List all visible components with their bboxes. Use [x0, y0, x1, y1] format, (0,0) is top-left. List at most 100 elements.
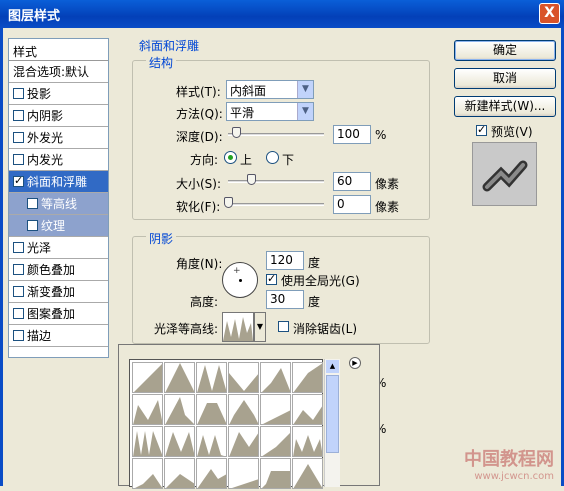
style-item[interactable]: 光泽 — [9, 237, 108, 259]
contour-curve-icon — [165, 474, 195, 489]
altitude-input[interactable]: 30 — [266, 290, 304, 309]
depth-label: 深度(D): — [176, 130, 223, 144]
style-item-checkbox[interactable] — [13, 286, 24, 297]
contour-thumb[interactable] — [132, 458, 163, 489]
contour-thumb[interactable] — [164, 426, 195, 457]
style-item-checkbox[interactable] — [13, 242, 24, 253]
preview-checkbox[interactable] — [476, 123, 487, 136]
style-list-header[interactable]: 样式 — [9, 39, 108, 61]
gloss-contour-dropdown[interactable]: ▼ — [254, 312, 266, 342]
style-item-checkbox[interactable] — [27, 220, 38, 231]
style-item-checkbox[interactable] — [13, 154, 24, 165]
cancel-button[interactable]: 取消 — [454, 68, 556, 89]
style-item[interactable]: 投影 — [9, 83, 108, 105]
scroll-thumb[interactable] — [326, 375, 339, 453]
gloss-contour-swatch[interactable] — [222, 312, 254, 342]
contour-thumb[interactable] — [228, 458, 259, 489]
style-item[interactable]: 内发光 — [9, 149, 108, 171]
contour-thumb[interactable] — [228, 362, 259, 393]
style-item[interactable]: 等高线 — [9, 193, 108, 215]
contour-thumb[interactable] — [292, 458, 323, 489]
contour-thumb[interactable] — [228, 394, 259, 425]
style-item-checkbox[interactable] — [13, 132, 24, 143]
style-item[interactable]: 外发光 — [9, 127, 108, 149]
preview-label[interactable]: 预览(V) — [491, 123, 533, 140]
contour-curve-icon — [229, 432, 259, 457]
direction-down-radio[interactable] — [266, 151, 279, 164]
size-slider-thumb[interactable] — [247, 174, 257, 185]
contour-thumb[interactable] — [132, 426, 163, 457]
angle-input[interactable]: 120 — [266, 251, 304, 270]
direction-down-label[interactable]: 下 — [282, 151, 294, 168]
contour-thumb[interactable] — [132, 362, 163, 393]
style-item[interactable]: 斜面和浮雕 — [9, 171, 108, 193]
new-style-button[interactable]: 新建样式(W)... — [454, 96, 556, 117]
contour-scrollbar[interactable]: ▲ — [324, 359, 340, 487]
contour-thumb[interactable] — [292, 426, 323, 457]
style-item[interactable]: 内阴影 — [9, 105, 108, 127]
soften-slider-track[interactable] — [228, 203, 324, 206]
soften-label: 软化(F): — [176, 200, 221, 214]
style-item[interactable]: 渐变叠加 — [9, 281, 108, 303]
size-input[interactable]: 60 — [333, 172, 371, 191]
picker-menu-arrow-icon[interactable]: ▶ — [349, 357, 361, 369]
style-item[interactable]: 描边 — [9, 325, 108, 347]
contour-thumb[interactable] — [292, 394, 323, 425]
soften-unit: 像素 — [375, 200, 400, 214]
soften-input[interactable]: 0 — [333, 195, 371, 214]
size-slider-track[interactable] — [228, 180, 324, 183]
contour-curve-icon — [165, 432, 195, 457]
angle-unit: 度 — [308, 256, 321, 270]
scroll-up-icon[interactable]: ▲ — [326, 360, 339, 373]
direction-up-radio[interactable] — [224, 151, 237, 164]
contour-thumb[interactable] — [228, 426, 259, 457]
method-label: 方法(Q): — [176, 107, 223, 121]
contour-thumb[interactable] — [292, 362, 323, 393]
contour-thumb[interactable] — [260, 458, 291, 489]
contour-thumb[interactable] — [164, 394, 195, 425]
style-item-checkbox[interactable] — [13, 330, 24, 341]
style-item[interactable]: 颜色叠加 — [9, 259, 108, 281]
style-item-checkbox[interactable] — [13, 88, 24, 99]
direction-up-label[interactable]: 上 — [240, 151, 252, 168]
contour-thumb[interactable] — [196, 458, 227, 489]
contour-thumb[interactable] — [132, 394, 163, 425]
contour-thumb[interactable] — [196, 394, 227, 425]
contour-thumb[interactable] — [164, 458, 195, 489]
soften-slider-thumb[interactable] — [224, 197, 233, 208]
style-select[interactable]: 内斜面 ▼ — [226, 80, 314, 99]
style-item-checkbox[interactable] — [13, 264, 24, 275]
style-item-checkbox[interactable] — [13, 174, 24, 187]
style-item-checkbox[interactable] — [13, 110, 24, 121]
style-item-label: 图案叠加 — [27, 307, 76, 321]
contour-thumb[interactable] — [196, 362, 227, 393]
style-item[interactable]: 图案叠加 — [9, 303, 108, 325]
contour-thumb[interactable] — [260, 394, 291, 425]
style-item-checkbox[interactable] — [27, 198, 38, 209]
blend-options-item[interactable]: 混合选项:默认 — [9, 61, 108, 83]
depth-slider-thumb[interactable] — [231, 127, 241, 138]
angle-dial[interactable]: + — [222, 262, 258, 298]
depth-input[interactable]: 100 — [333, 125, 371, 144]
depth-slider-track[interactable] — [228, 133, 324, 136]
style-item[interactable]: 纹理 — [9, 215, 108, 237]
close-button[interactable]: X — [539, 3, 560, 24]
ok-button[interactable]: 确定 — [454, 40, 556, 61]
size-label: 大小(S): — [176, 177, 222, 191]
contour-thumb[interactable] — [164, 362, 195, 393]
style-item-checkbox[interactable] — [13, 308, 24, 319]
method-select[interactable]: 平滑 ▼ — [226, 102, 314, 121]
contour-curve-icon — [165, 363, 195, 393]
contour-thumb[interactable] — [260, 426, 291, 457]
contour-thumb[interactable] — [196, 426, 227, 457]
global-light-checkbox[interactable] — [266, 272, 277, 285]
chevron-down-icon: ▼ — [297, 103, 313, 120]
contour-curve-icon — [197, 365, 227, 393]
global-light-label[interactable]: 使用全局光(G) — [281, 272, 360, 289]
antialias-label[interactable]: 消除锯齿(L) — [293, 320, 357, 337]
antialias-checkbox[interactable] — [278, 321, 289, 332]
chevron-down-icon: ▼ — [297, 81, 313, 98]
contour-curve-icon — [223, 317, 253, 341]
contour-thumb[interactable] — [260, 362, 291, 393]
size-unit: 像素 — [375, 177, 400, 191]
